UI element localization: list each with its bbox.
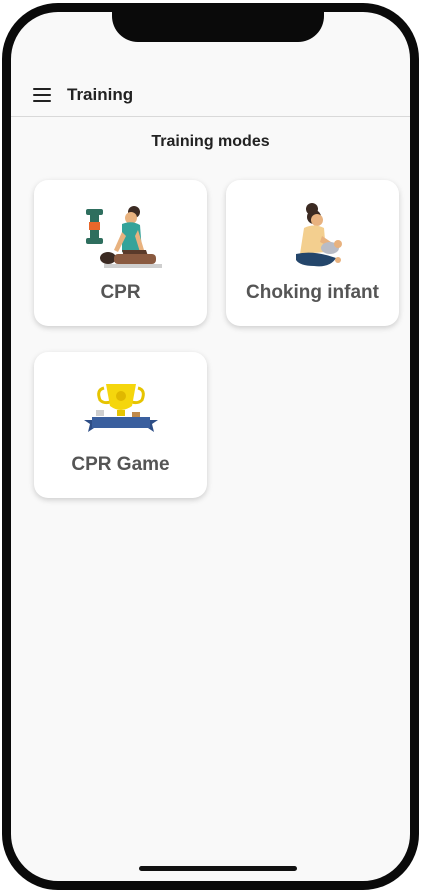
cpr-mode-card[interactable]: CPR bbox=[34, 180, 207, 326]
app-bar: Training bbox=[11, 74, 410, 117]
cpr-game-mode-label: CPR Game bbox=[71, 454, 170, 475]
hamburger-menu-icon[interactable] bbox=[33, 88, 55, 106]
choking-infant-mode-label: Choking infant bbox=[246, 282, 379, 303]
choking-infant-mode-card[interactable]: Choking infant bbox=[226, 180, 399, 326]
page-title: Training bbox=[67, 85, 134, 104]
trophy-game-illustration bbox=[84, 384, 158, 432]
device-notch bbox=[112, 12, 324, 42]
cpr-game-mode-card[interactable]: CPR Game bbox=[34, 352, 207, 498]
cpr-mode-label: CPR bbox=[100, 282, 141, 303]
home-indicator[interactable] bbox=[139, 866, 297, 871]
phone-frame: Training Training modes CPR Choking infa… bbox=[2, 3, 419, 890]
choking-infant-illustration bbox=[296, 203, 342, 267]
section-title: Training modes bbox=[151, 133, 270, 150]
cpr-training-illustration bbox=[86, 206, 162, 268]
